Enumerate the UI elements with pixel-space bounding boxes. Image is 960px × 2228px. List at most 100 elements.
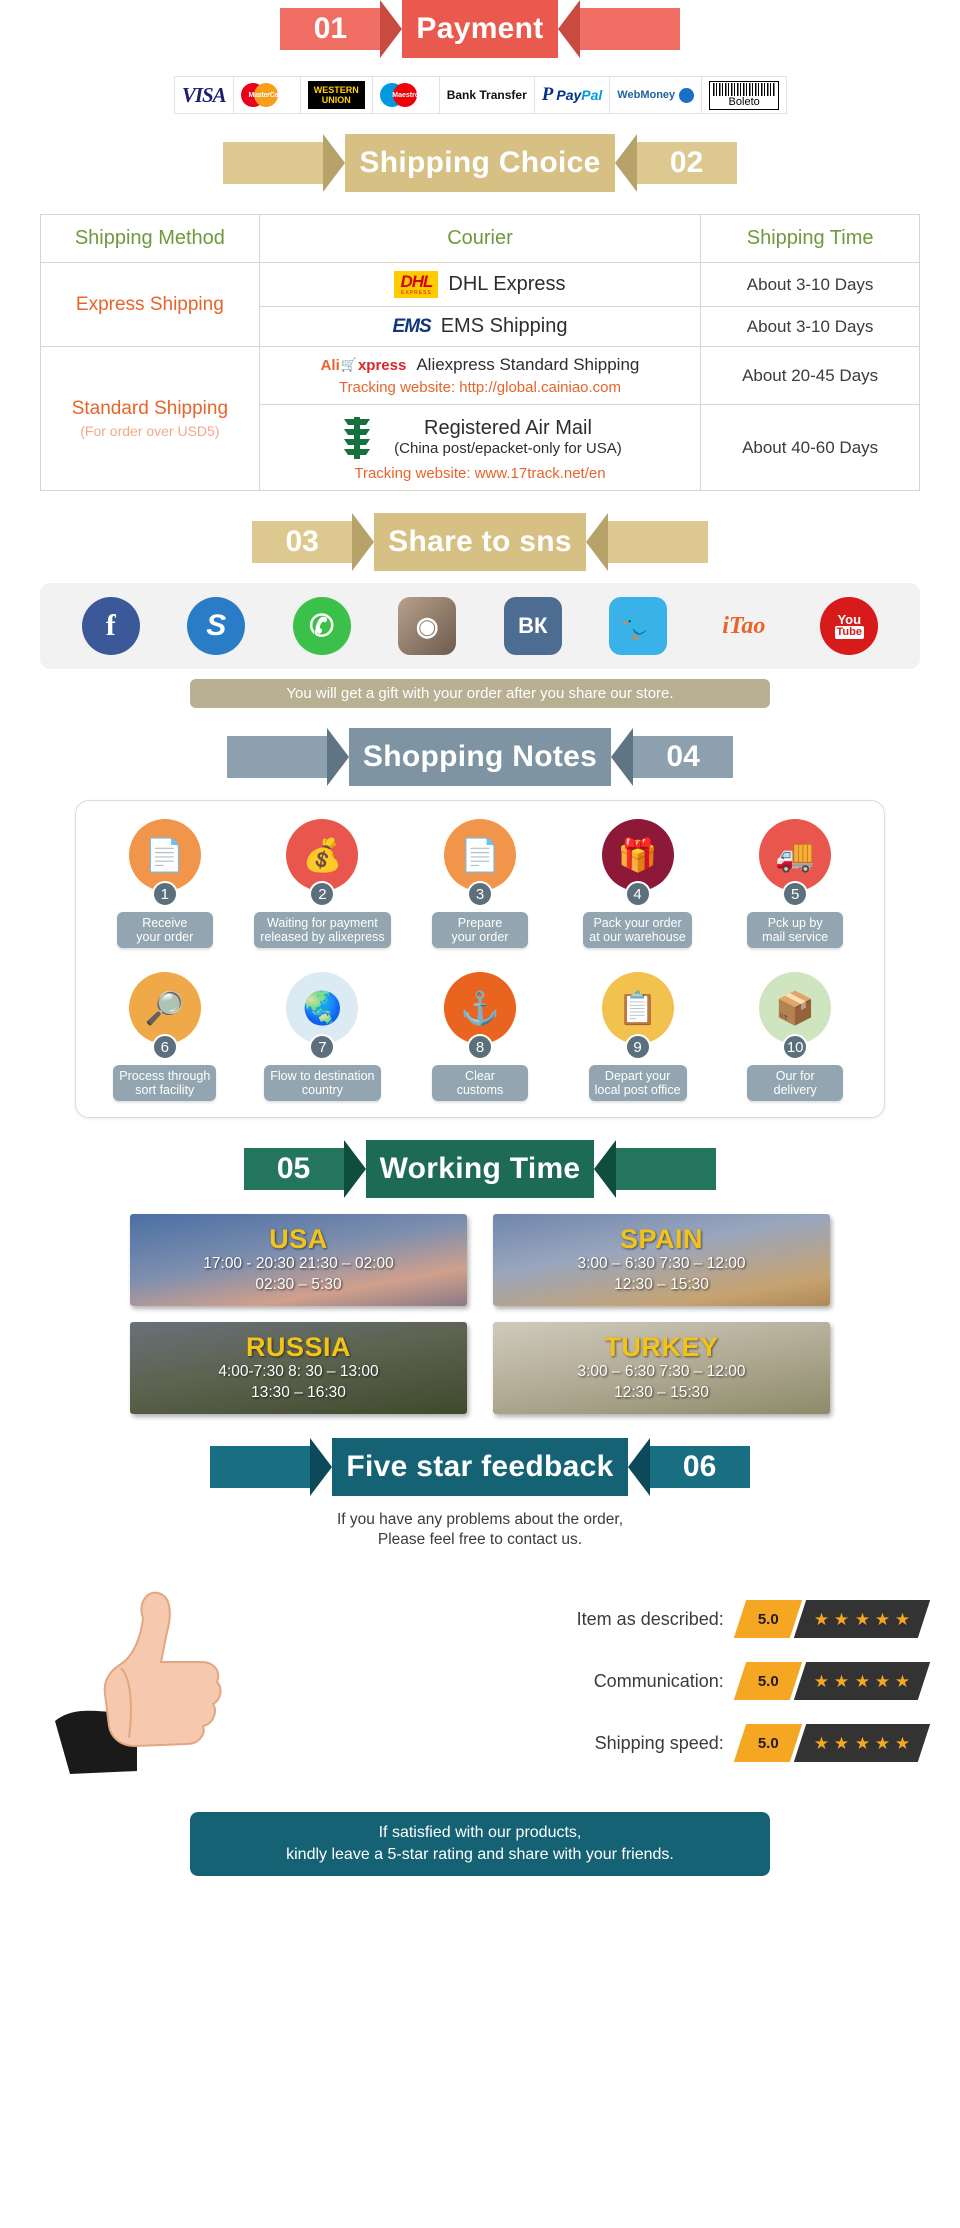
country-name: RUSSIA [245, 1332, 351, 1362]
step-label: Prepare your order [431, 912, 528, 948]
section-number-shipping: 02 [669, 146, 704, 179]
western-union-logo-icon: WESTERN UNION [307, 81, 365, 109]
country-hours: 3:00 – 6:30 7:30 – 12:00 12:30 – 15:30 [577, 1255, 746, 1293]
notes-row-bottom: 🔎 6 Process through sort facility 🌏 7 Flo… [86, 972, 874, 1101]
step-number: 4 [624, 881, 651, 907]
star-icon: ★ [894, 1671, 910, 1691]
star-icon: ★ [874, 1609, 890, 1629]
star-icon: ★ [894, 1609, 910, 1629]
rating-stars: ★ ★ ★ ★ ★ [793, 1600, 931, 1638]
method-label: Express Shipping [75, 293, 224, 315]
step-label: Depart your local post office [588, 1065, 687, 1101]
itao-icon: iTao [722, 612, 766, 639]
star-icon: ★ [813, 1671, 829, 1691]
feedback-intro-line1: If you have any problems about the order… [336, 1511, 624, 1528]
courier-sublabel: (China post/epacket-only for USA) [394, 440, 622, 457]
step-number: 2 [309, 881, 336, 907]
table-row: Express Shipping DHL EXPRESS DHL Express … [40, 262, 920, 347]
ribbon-body-payment: Payment [402, 0, 558, 58]
note-step-8: ⚓ 8 Clear customs [405, 972, 555, 1101]
working-time-grid: USA 17:00 - 20:30 21:30 – 02:00 02:30 – … [130, 1214, 830, 1414]
tracking-website-link[interactable]: Tracking website: http://global.cainiao.… [266, 379, 695, 396]
courier-label: Aliexpress Standard Shipping [416, 355, 640, 374]
ribbon-notch-right [594, 1140, 617, 1198]
header-shipping-time: Shipping Time [700, 214, 920, 263]
payment-method-mastercard: MasterCard [232, 76, 301, 114]
section-number-payment: 01 [313, 12, 348, 45]
courier-label: Registered Air Mail [424, 417, 592, 439]
step-number: 9 [624, 1034, 651, 1060]
share-gift-note: You will get a gift with your order afte… [190, 679, 770, 708]
cell-time-dhl: About 3-10 Days [700, 262, 920, 307]
note-step-1: 📄 1 Receive your order [90, 819, 240, 948]
method-sublabel: (For order over USD5) [80, 423, 220, 439]
webmoney-logo-icon: WebMoney [617, 87, 695, 103]
step-number: 5 [782, 881, 809, 907]
step-number: 6 [151, 1034, 178, 1060]
social-link-facebook[interactable]: f [81, 597, 140, 655]
ribbon-tail-right [607, 521, 708, 563]
social-link-youtube[interactable]: You Tube [820, 597, 879, 655]
header-shipping-method: Shipping Method [40, 214, 260, 263]
working-time-card-russia: RUSSIA 4:00-7:30 8: 30 – 13:00 13:30 – 1… [130, 1322, 467, 1414]
ribbon-body-notes: Shopping Notes [348, 728, 612, 786]
twitter-icon: 🐦 [609, 597, 668, 655]
payment-method-paypal: P Pay Pal [533, 76, 611, 114]
tracking-website-link[interactable]: Tracking website: www.17track.net/en [266, 465, 695, 482]
feedback-intro: If you have any problems about the order… [0, 1510, 960, 1550]
country-name: SPAIN [619, 1224, 703, 1254]
china-post-logo-icon [344, 417, 371, 459]
section-banner-feedback: Five star feedback 06 [0, 1438, 960, 1496]
table-row: Standard Shipping (For order over USD5) … [40, 346, 920, 491]
step-label: Pck up by mail service [747, 912, 844, 948]
aliexpress-logo-icon: Ali 🛒 xpress [320, 356, 407, 374]
section-number-share: 03 [285, 525, 319, 558]
social-link-skype[interactable]: S [187, 597, 246, 655]
star-icon: ★ [813, 1609, 829, 1629]
ribbon-notch-left [380, 0, 403, 58]
country-hours: 17:00 - 20:30 21:30 – 02:00 02:30 – 5:30 [203, 1255, 394, 1293]
cell-courier-ems: EMS EMS Shipping [258, 306, 702, 347]
ribbon-tail-left [226, 736, 327, 778]
section-banner-share: 03 Share to sns [0, 513, 960, 571]
star-icon: ★ [813, 1733, 829, 1753]
ems-logo-icon: EMS [392, 316, 432, 337]
ribbon-body-working: Working Time [365, 1140, 595, 1198]
ribbon-tail-right [579, 8, 680, 50]
country-hours: 4:00-7:30 8: 30 – 13:00 13:30 – 16:30 [218, 1363, 379, 1401]
social-link-itao[interactable]: iTao [715, 597, 773, 655]
ribbon-tail-left: 01 [280, 8, 381, 50]
social-link-twitter[interactable]: 🐦 [609, 597, 668, 655]
note-step-9: 📋 9 Depart your local post office [563, 972, 713, 1101]
rating-row-communication: Communication: 5.0 ★ ★ ★ ★ ★ [300, 1650, 931, 1712]
star-icon: ★ [874, 1671, 890, 1691]
table-header-row: Shipping Method Courier Shipping Time [40, 214, 920, 263]
star-icon: ★ [854, 1733, 870, 1753]
courier-label: EMS Shipping [440, 315, 568, 337]
social-link-whatsapp[interactable]: ✆ [292, 597, 351, 655]
step-number: 7 [309, 1034, 336, 1060]
paypal-logo-icon: P Pay Pal [541, 84, 603, 105]
notes-row-top: 📄 1 Receive your order 💰 2 Waiting for pa… [86, 819, 874, 948]
cell-courier-aliexpress: Ali 🛒 xpress Aliexpress Standard Shipping … [258, 346, 702, 405]
ribbon-notch-right [614, 134, 637, 192]
cell-courier-dhl: DHL EXPRESS DHL Express [258, 262, 702, 307]
section-banner-payment: 01 Payment [0, 0, 960, 58]
social-link-vk[interactable]: ВК [503, 597, 562, 655]
ribbon-body-share: Share to sns [374, 513, 586, 571]
star-icon: ★ [874, 1733, 890, 1753]
social-share-bar: f S ✆ ◉ ВК 🐦 iTao You Tube [40, 583, 920, 669]
ribbon-notch-right [627, 1438, 650, 1496]
social-link-instagram[interactable]: ◉ [398, 597, 457, 655]
rating-stars: ★ ★ ★ ★ ★ [793, 1724, 931, 1762]
facebook-icon: f [81, 597, 140, 655]
working-time-card-usa: USA 17:00 - 20:30 21:30 – 02:00 02:30 – … [130, 1214, 467, 1306]
section-banner-notes: Shopping Notes 04 [0, 728, 960, 786]
step-label: Our for delivery [747, 1065, 844, 1101]
ribbon-tail-left [223, 142, 324, 184]
rating-score: 5.0 [733, 1724, 802, 1762]
cell-time-ems: About 3-10 Days [700, 306, 920, 347]
ribbon-notch-left [326, 728, 349, 786]
rating-row-item-described: Item as described: 5.0 ★ ★ ★ ★ ★ [300, 1588, 931, 1650]
payment-method-boleto: Boleto [701, 76, 788, 114]
